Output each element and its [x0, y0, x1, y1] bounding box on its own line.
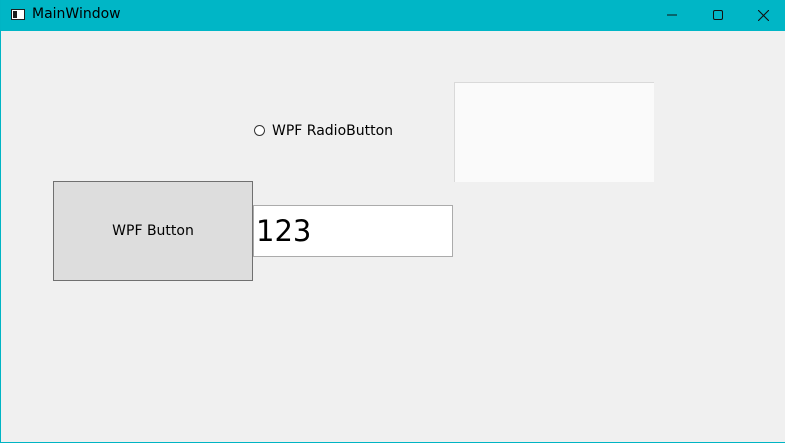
close-button[interactable] — [740, 0, 785, 31]
close-icon — [758, 10, 769, 21]
listbox[interactable] — [454, 82, 654, 182]
maximize-icon — [713, 10, 723, 20]
title-bar[interactable]: MainWindow — [1, 0, 785, 31]
window-title: MainWindow — [32, 6, 121, 22]
minimize-button[interactable] — [649, 0, 695, 31]
maximize-button[interactable] — [695, 0, 741, 31]
wpf-button[interactable]: WPF Button — [53, 181, 253, 281]
main-window: MainWindow WPF RadioButton WPF Button — [0, 0, 785, 443]
text-input[interactable] — [253, 205, 453, 257]
minimize-icon — [667, 14, 677, 16]
window-app-icon — [11, 9, 25, 20]
radio-label[interactable]: WPF RadioButton — [272, 123, 393, 139]
radio-circle-icon[interactable] — [254, 125, 265, 136]
